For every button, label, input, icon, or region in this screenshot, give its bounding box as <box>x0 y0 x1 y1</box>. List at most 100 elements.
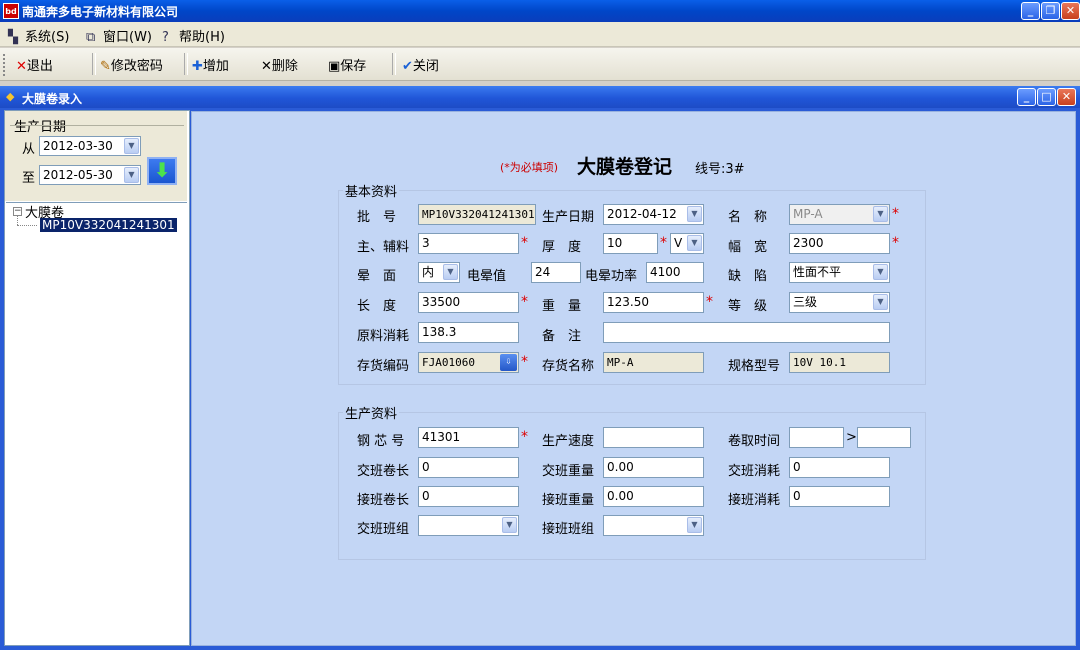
name-select[interactable]: MP-A ▼ <box>789 204 890 225</box>
record-tree <box>6 202 187 644</box>
shift-team-select[interactable]: ▼ <box>418 515 519 536</box>
batch-input[interactable]: MP10V332041241301 <box>418 204 536 225</box>
production-info-legend: 生产资料 <box>343 403 400 422</box>
core-label: 钢 芯 号 <box>357 434 405 449</box>
shift-weight-input[interactable]: 0.00 <box>603 457 704 478</box>
take-length-input[interactable]: 0 <box>418 486 519 507</box>
chevron-down-icon[interactable]: ▼ <box>687 517 702 533</box>
arrow-down-icon: ⬇ <box>153 158 171 182</box>
app-title-bar: bd 南通奔多电子新材料有限公司 _ ❐ ✕ <box>0 0 1080 22</box>
remark-label: 备 注 <box>542 329 582 344</box>
stock-code-input[interactable]: FJA01060 ⇩ <box>418 352 519 373</box>
core-input[interactable]: 41301 <box>418 427 519 448</box>
chevron-down-icon[interactable]: ▼ <box>873 264 888 280</box>
spec-input[interactable]: 10V 10.1 <box>789 352 890 373</box>
shift-length-input[interactable]: 0 <box>418 457 519 478</box>
time-separator: > <box>846 430 857 445</box>
close-icon[interactable]: ✕ <box>1061 2 1080 20</box>
chevron-down-icon[interactable]: ▼ <box>873 294 888 310</box>
from-label: 从 <box>22 142 36 157</box>
consume-input[interactable]: 138.3 <box>418 322 519 343</box>
spec-label: 规格型号 <box>728 359 781 374</box>
length-label: 长 度 <box>357 299 397 314</box>
remark-input[interactable] <box>603 322 890 343</box>
tree-item-selected[interactable]: MP10V332041241301 <box>40 218 177 232</box>
change-password-button[interactable]: ✎修改密码 <box>100 55 163 74</box>
collapse-icon[interactable]: − <box>13 207 22 216</box>
restore-icon[interactable]: ❐ <box>1041 2 1060 20</box>
take-weight-input[interactable]: 0.00 <box>603 486 704 507</box>
take-weight-label: 接班重量 <box>542 493 595 508</box>
stock-name-input[interactable]: MP-A <box>603 352 704 373</box>
save-icon: ▣ <box>328 59 341 74</box>
shift-consume-label: 交班消耗 <box>728 464 781 479</box>
time-from-input[interactable] <box>789 427 844 448</box>
speed-input[interactable] <box>603 427 704 448</box>
chevron-down-icon[interactable]: ▼ <box>687 206 702 222</box>
add-button[interactable]: ✚增加 <box>192 55 229 74</box>
weight-label: 重 量 <box>542 299 582 314</box>
defect-select[interactable]: 性面不平 ▼ <box>789 262 890 283</box>
thickness-unit-select[interactable]: V ▼ <box>670 233 704 254</box>
thickness-label: 厚 度 <box>542 240 582 255</box>
chevron-down-icon[interactable]: ▼ <box>873 206 888 222</box>
required-mark: * <box>521 294 528 310</box>
minimize-icon[interactable]: _ <box>1021 2 1040 20</box>
from-date-picker[interactable]: 2012-03-30 ▼ <box>39 136 141 156</box>
halo-face-select[interactable]: 内 ▼ <box>418 262 460 283</box>
window-icon: ⧉ <box>86 30 96 45</box>
take-team-select[interactable]: ▼ <box>603 515 704 536</box>
delete-icon: ✕ <box>261 59 272 74</box>
halo-value-label: 电晕值 <box>467 269 507 284</box>
halo-face-label: 晕 面 <box>357 269 397 284</box>
child-close-icon[interactable]: ✕ <box>1057 88 1076 106</box>
material-input[interactable]: 3 <box>418 233 519 254</box>
halo-power-input[interactable]: 4100 <box>646 262 704 283</box>
shift-consume-input[interactable]: 0 <box>789 457 890 478</box>
name-label: 名 称 <box>728 210 768 225</box>
take-consume-input[interactable]: 0 <box>789 486 890 507</box>
length-input[interactable]: 33500 <box>418 292 519 313</box>
menu-window[interactable]: ⧉ 窗口(W) <box>86 26 152 45</box>
delete-button[interactable]: ✕删除 <box>261 55 298 74</box>
tree-line <box>17 225 37 227</box>
child-maximize-icon[interactable]: □ <box>1037 88 1056 106</box>
chevron-down-icon[interactable]: ▼ <box>502 517 517 533</box>
grade-select[interactable]: 三级 ▼ <box>789 292 890 313</box>
required-mark: * <box>521 235 528 251</box>
menu-system[interactable]: ▚ 系统(S) <box>8 26 69 45</box>
exit-button[interactable]: ✕退出 <box>16 55 53 74</box>
time-to-input[interactable] <box>857 427 911 448</box>
to-date-picker[interactable]: 2012-05-30 ▼ <box>39 165 141 185</box>
child-title-bar: ◆ 大膜卷录入 _ □ ✕ <box>0 86 1080 108</box>
app-title: 南通奔多电子新材料有限公司 <box>22 5 179 19</box>
query-button[interactable]: ⬇ <box>147 157 177 185</box>
chevron-down-icon[interactable]: ▼ <box>687 235 702 251</box>
batch-label: 批 号 <box>357 210 397 225</box>
required-mark: * <box>660 235 667 251</box>
toolbar: ✕退出 ✎修改密码 ✚增加 ✕删除 ▣保存 ✔关闭 <box>0 48 1080 81</box>
halo-power-label: 电晕功率 <box>585 269 638 284</box>
chevron-down-icon[interactable]: ▼ <box>443 264 458 280</box>
take-consume-label: 接班消耗 <box>728 493 781 508</box>
chevron-down-icon[interactable]: ▼ <box>124 138 139 154</box>
weight-input[interactable]: 123.50 <box>603 292 704 313</box>
close-button[interactable]: ✔关闭 <box>402 55 439 74</box>
take-length-label: 接班卷长 <box>357 493 410 508</box>
system-icon: ▚ <box>8 30 18 45</box>
save-button[interactable]: ▣保存 <box>328 55 366 74</box>
child-title: 大膜卷录入 <box>22 92 83 106</box>
take-team-label: 接班班组 <box>542 522 595 537</box>
halo-value-input[interactable]: 24 <box>531 262 581 283</box>
width-input[interactable]: 2300 <box>789 233 890 254</box>
lookup-icon[interactable]: ⇩ <box>500 354 517 371</box>
stock-code-label: 存货编码 <box>357 359 410 374</box>
thickness-input[interactable]: 10 <box>603 233 658 254</box>
width-label: 幅 宽 <box>728 240 768 255</box>
chevron-down-icon[interactable]: ▼ <box>124 167 139 183</box>
prod-date-picker[interactable]: 2012-04-12 ▼ <box>603 204 704 225</box>
toolbar-separator <box>392 53 396 75</box>
child-minimize-icon[interactable]: _ <box>1017 88 1036 106</box>
prod-date-label: 生产日期 <box>542 210 595 225</box>
menu-help[interactable]: ? 帮助(H) <box>162 26 225 45</box>
